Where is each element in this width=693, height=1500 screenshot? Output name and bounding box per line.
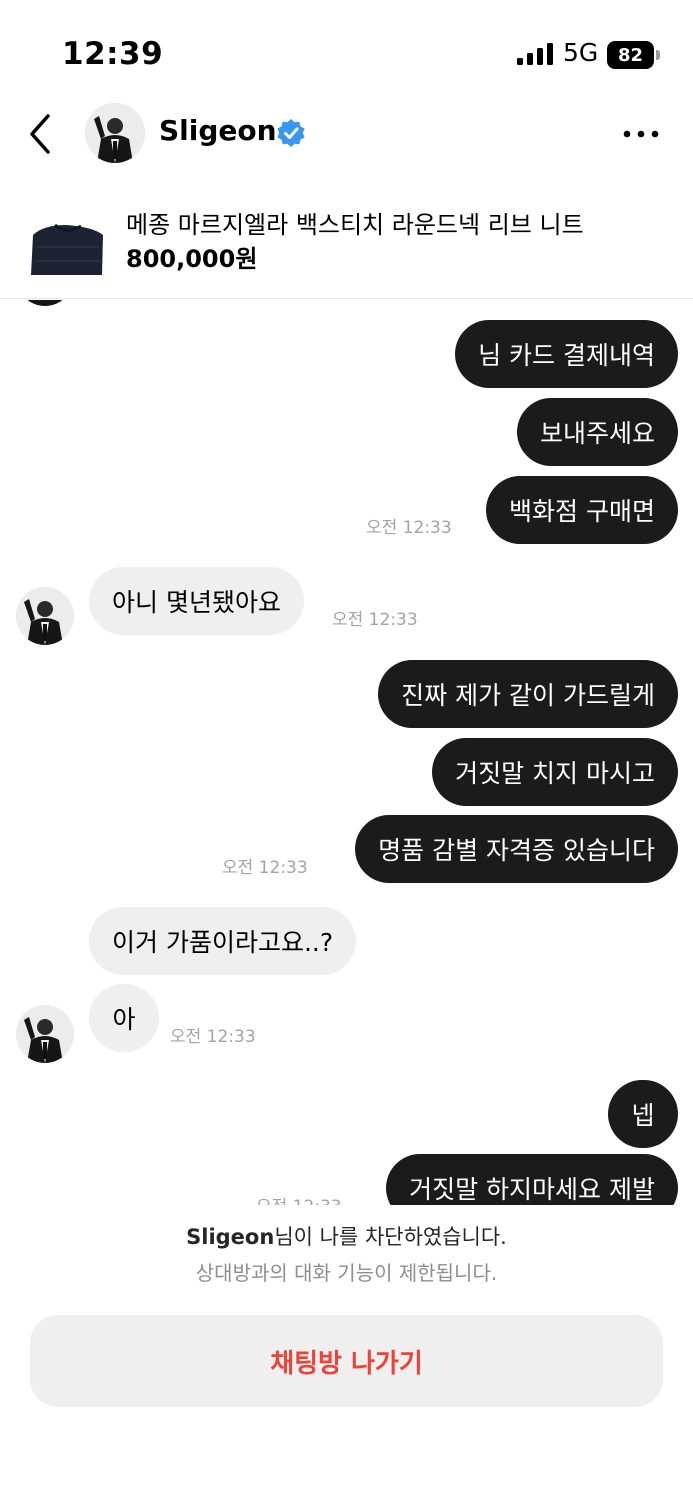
product-title: 메종 마르지엘라 백스티치 라운드넥 리브 니트 bbox=[126, 211, 584, 239]
message-time: 오전 12:33 bbox=[366, 518, 452, 538]
status-time: 12:39 bbox=[62, 36, 164, 72]
contact-name[interactable]: Sligeon bbox=[159, 114, 277, 147]
signal-icon bbox=[517, 43, 553, 65]
battery-level: 82 bbox=[607, 41, 654, 69]
battery-cap bbox=[656, 50, 660, 60]
chat-messages[interactable]: 님 카드 결제내역 보내주세요 백화점 구매면 오전 12:33 아니 몇년됐아… bbox=[0, 300, 693, 1205]
chevron-left-icon[interactable] bbox=[22, 109, 62, 159]
blocked-by-name: Sligeon bbox=[186, 1225, 275, 1249]
message-bubble[interactable]: 진짜 제가 같이 가드릴게 bbox=[378, 660, 678, 728]
message-bubble[interactable]: 아니 몇년됐아요 bbox=[89, 567, 304, 635]
message-bubble[interactable]: 백화점 구매면 bbox=[486, 476, 678, 544]
message-time: 오전 12:33 bbox=[332, 610, 418, 630]
battery-icon: 82 bbox=[607, 41, 660, 69]
status-bar: 12:39 5G 82 bbox=[0, 0, 693, 100]
verified-badge-icon bbox=[277, 119, 305, 147]
network-type: 5G bbox=[563, 38, 599, 67]
contact-avatar-partial bbox=[16, 300, 74, 306]
contact-avatar[interactable] bbox=[16, 1005, 74, 1063]
leave-chat-button[interactable]: 채팅방 나가기 bbox=[30, 1315, 663, 1407]
message-bubble[interactable]: 아 bbox=[89, 984, 159, 1052]
message-bubble[interactable]: 명품 감별 자격증 있습니다 bbox=[355, 815, 678, 883]
message-bubble[interactable]: 이거 가품이라고요..? bbox=[89, 907, 357, 975]
message-bubble[interactable]: 넵 bbox=[608, 1080, 678, 1148]
message-bubble[interactable]: 님 카드 결제내역 bbox=[455, 320, 678, 388]
message-time: 오전 12:33 bbox=[222, 858, 308, 878]
chat-header: Sligeon bbox=[0, 95, 693, 175]
message-bubble[interactable]: 거짓말 하지마세요 제발 bbox=[386, 1154, 678, 1205]
message-bubble[interactable]: 보내주세요 bbox=[516, 398, 678, 466]
header-avatar[interactable] bbox=[85, 103, 145, 163]
product-thumbnail bbox=[27, 217, 105, 277]
message-bubble[interactable]: 거짓말 치지 마시고 bbox=[432, 738, 678, 806]
message-time: 오전 12:33 bbox=[170, 1027, 256, 1047]
blocked-subtext: 상대방과의 대화 기능이 제한됩니다. bbox=[195, 1261, 498, 1285]
blocked-notice: Sligeon님이 나를 차단하였습니다. bbox=[0, 1221, 693, 1251]
product-bar[interactable]: 메종 마르지엘라 백스티치 라운드넥 리브 니트 800,000원 bbox=[0, 195, 693, 299]
blocked-notice-text: 님이 나를 차단하였습니다. bbox=[274, 1225, 507, 1249]
contact-avatar[interactable] bbox=[16, 587, 74, 645]
blocked-panel: Sligeon님이 나를 차단하였습니다. 상대방과의 대화 기능이 제한됩니다… bbox=[0, 1205, 693, 1500]
message-time: 오전 12:33 bbox=[256, 1192, 342, 1205]
more-horizontal-icon[interactable] bbox=[620, 119, 662, 149]
product-price: 800,000원 bbox=[126, 245, 258, 273]
